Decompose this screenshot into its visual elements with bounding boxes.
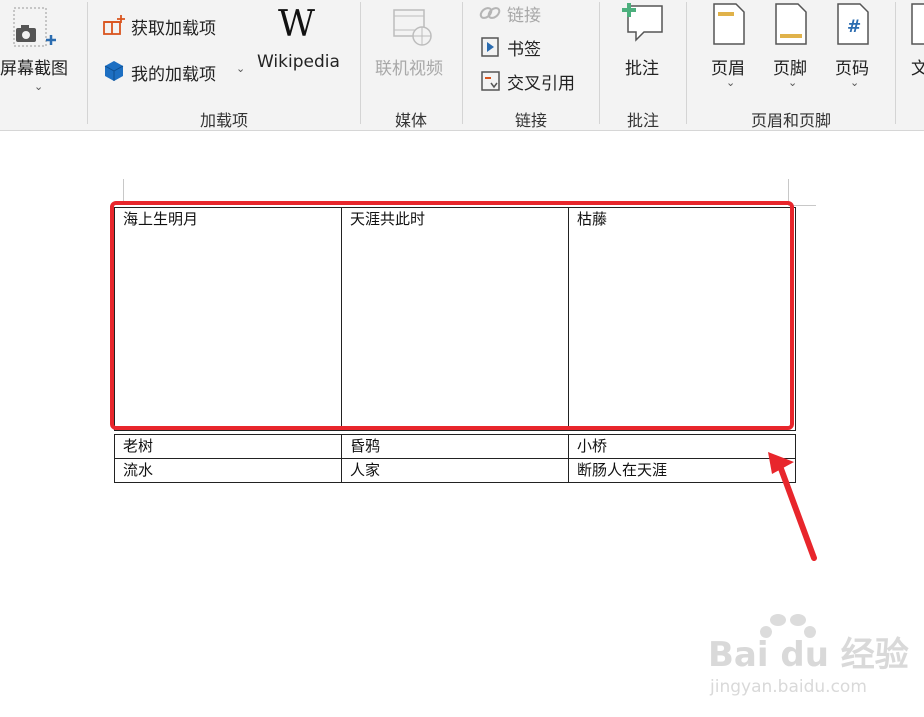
text-box-button[interactable]: 文 bbox=[902, 0, 924, 96]
chevron-down-icon: ⌄ bbox=[726, 76, 736, 89]
wikipedia-label: Wikipedia bbox=[257, 52, 340, 72]
link-label: 链接 bbox=[507, 6, 541, 26]
chevron-down-icon: ⌄ bbox=[34, 80, 44, 93]
media-group-label: 媒体 bbox=[394, 111, 427, 130]
group-separator bbox=[895, 2, 896, 124]
comment-label: 批注 bbox=[625, 59, 659, 79]
online-video-icon bbox=[393, 9, 432, 46]
footer-button[interactable]: 页脚 ⌄ bbox=[762, 0, 820, 96]
table-cell[interactable]: 海上生明月 bbox=[114, 207, 342, 431]
word-table-top[interactable]: 海上生明月 天涯共此时 枯藤 bbox=[114, 207, 796, 431]
online-video-button[interactable]: 联机视频 bbox=[370, 4, 454, 94]
table-cell[interactable]: 枯藤 bbox=[568, 207, 796, 431]
margin-guide-left bbox=[123, 179, 124, 203]
arrow-annotation-icon bbox=[768, 452, 817, 561]
link-icon bbox=[479, 7, 501, 19]
online-video-label: 联机视频 bbox=[375, 59, 443, 79]
margin-guide-right bbox=[788, 179, 789, 203]
table-cell[interactable]: 昏鸦 bbox=[341, 434, 569, 459]
table-row: 海上生明月 天涯共此时 枯藤 bbox=[114, 207, 796, 431]
margin-guide-right-h bbox=[788, 205, 816, 206]
table-row: 老树 昏鸦 小桥 bbox=[114, 434, 796, 459]
get-addins-label: 获取加载项 bbox=[131, 19, 216, 39]
group-separator bbox=[599, 2, 600, 124]
header-icon bbox=[713, 3, 745, 45]
new-comment-icon bbox=[622, 3, 663, 42]
group-separator bbox=[360, 2, 361, 124]
baidu-watermark: Bai du 经验 jingyan.baidu.com bbox=[708, 614, 909, 697]
wikipedia-icon: W bbox=[278, 4, 316, 45]
text-label-partial: 文 bbox=[911, 54, 924, 79]
wikipedia-button[interactable]: W Wikipedia bbox=[255, 4, 347, 94]
addins-group-label: 加载项 bbox=[199, 111, 248, 130]
new-comment-button[interactable]: 批注 bbox=[610, 0, 676, 90]
cross-reference-icon bbox=[481, 71, 500, 91]
comments-group-label: 批注 bbox=[626, 111, 659, 130]
store-icon bbox=[103, 15, 125, 35]
addin-cube-icon bbox=[104, 61, 124, 81]
my-addins-button[interactable]: 我的加载项 ⌄ bbox=[102, 58, 252, 86]
group-separator bbox=[686, 2, 687, 124]
footer-icon bbox=[775, 3, 807, 45]
cross-reference-label: 交叉引用 bbox=[507, 74, 575, 94]
table-cell[interactable]: 流水 bbox=[114, 458, 342, 483]
watermark-brand: Bai du 经验 bbox=[708, 635, 909, 675]
header-footer-group-label: 页眉和页脚 bbox=[750, 111, 831, 130]
watermark-url: jingyan.baidu.com bbox=[709, 677, 867, 697]
screenshot-icon bbox=[13, 7, 56, 47]
text-box-icon bbox=[911, 3, 924, 45]
table-cell[interactable]: 老树 bbox=[114, 434, 342, 459]
screenshot-button[interactable]: 屏幕截图 ⌄ bbox=[0, 4, 80, 100]
bookmark-icon bbox=[481, 37, 499, 57]
header-button[interactable]: 页眉 ⌄ bbox=[700, 0, 758, 96]
bookmark-label: 书签 bbox=[507, 40, 541, 60]
group-separator bbox=[462, 2, 463, 124]
chevron-down-icon: ⌄ bbox=[850, 76, 860, 89]
chevron-down-icon: ⌄ bbox=[788, 76, 798, 89]
table-cell[interactable]: 人家 bbox=[341, 458, 569, 483]
page-number-button[interactable]: # 页码 ⌄ bbox=[824, 0, 882, 96]
word-table-bottom[interactable]: 老树 昏鸦 小桥 流水 人家 断肠人在天涯 bbox=[114, 434, 796, 483]
hash-glyph: # bbox=[847, 17, 862, 37]
screenshot-label: 屏幕截图 bbox=[0, 59, 68, 79]
links-group-label: 链接 bbox=[514, 111, 547, 130]
chevron-down-icon[interactable]: ⌄ bbox=[236, 62, 245, 75]
table-cell[interactable]: 天涯共此时 bbox=[341, 207, 569, 431]
my-addins-label: 我的加载项 bbox=[131, 65, 216, 85]
group-separator bbox=[87, 2, 88, 124]
table-row: 流水 人家 断肠人在天涯 bbox=[114, 458, 796, 483]
ribbon: 屏幕截图 ⌄ 获取加载项 我的加载项 ⌄ W Wikipedia 加载项 联机视… bbox=[0, 0, 924, 131]
